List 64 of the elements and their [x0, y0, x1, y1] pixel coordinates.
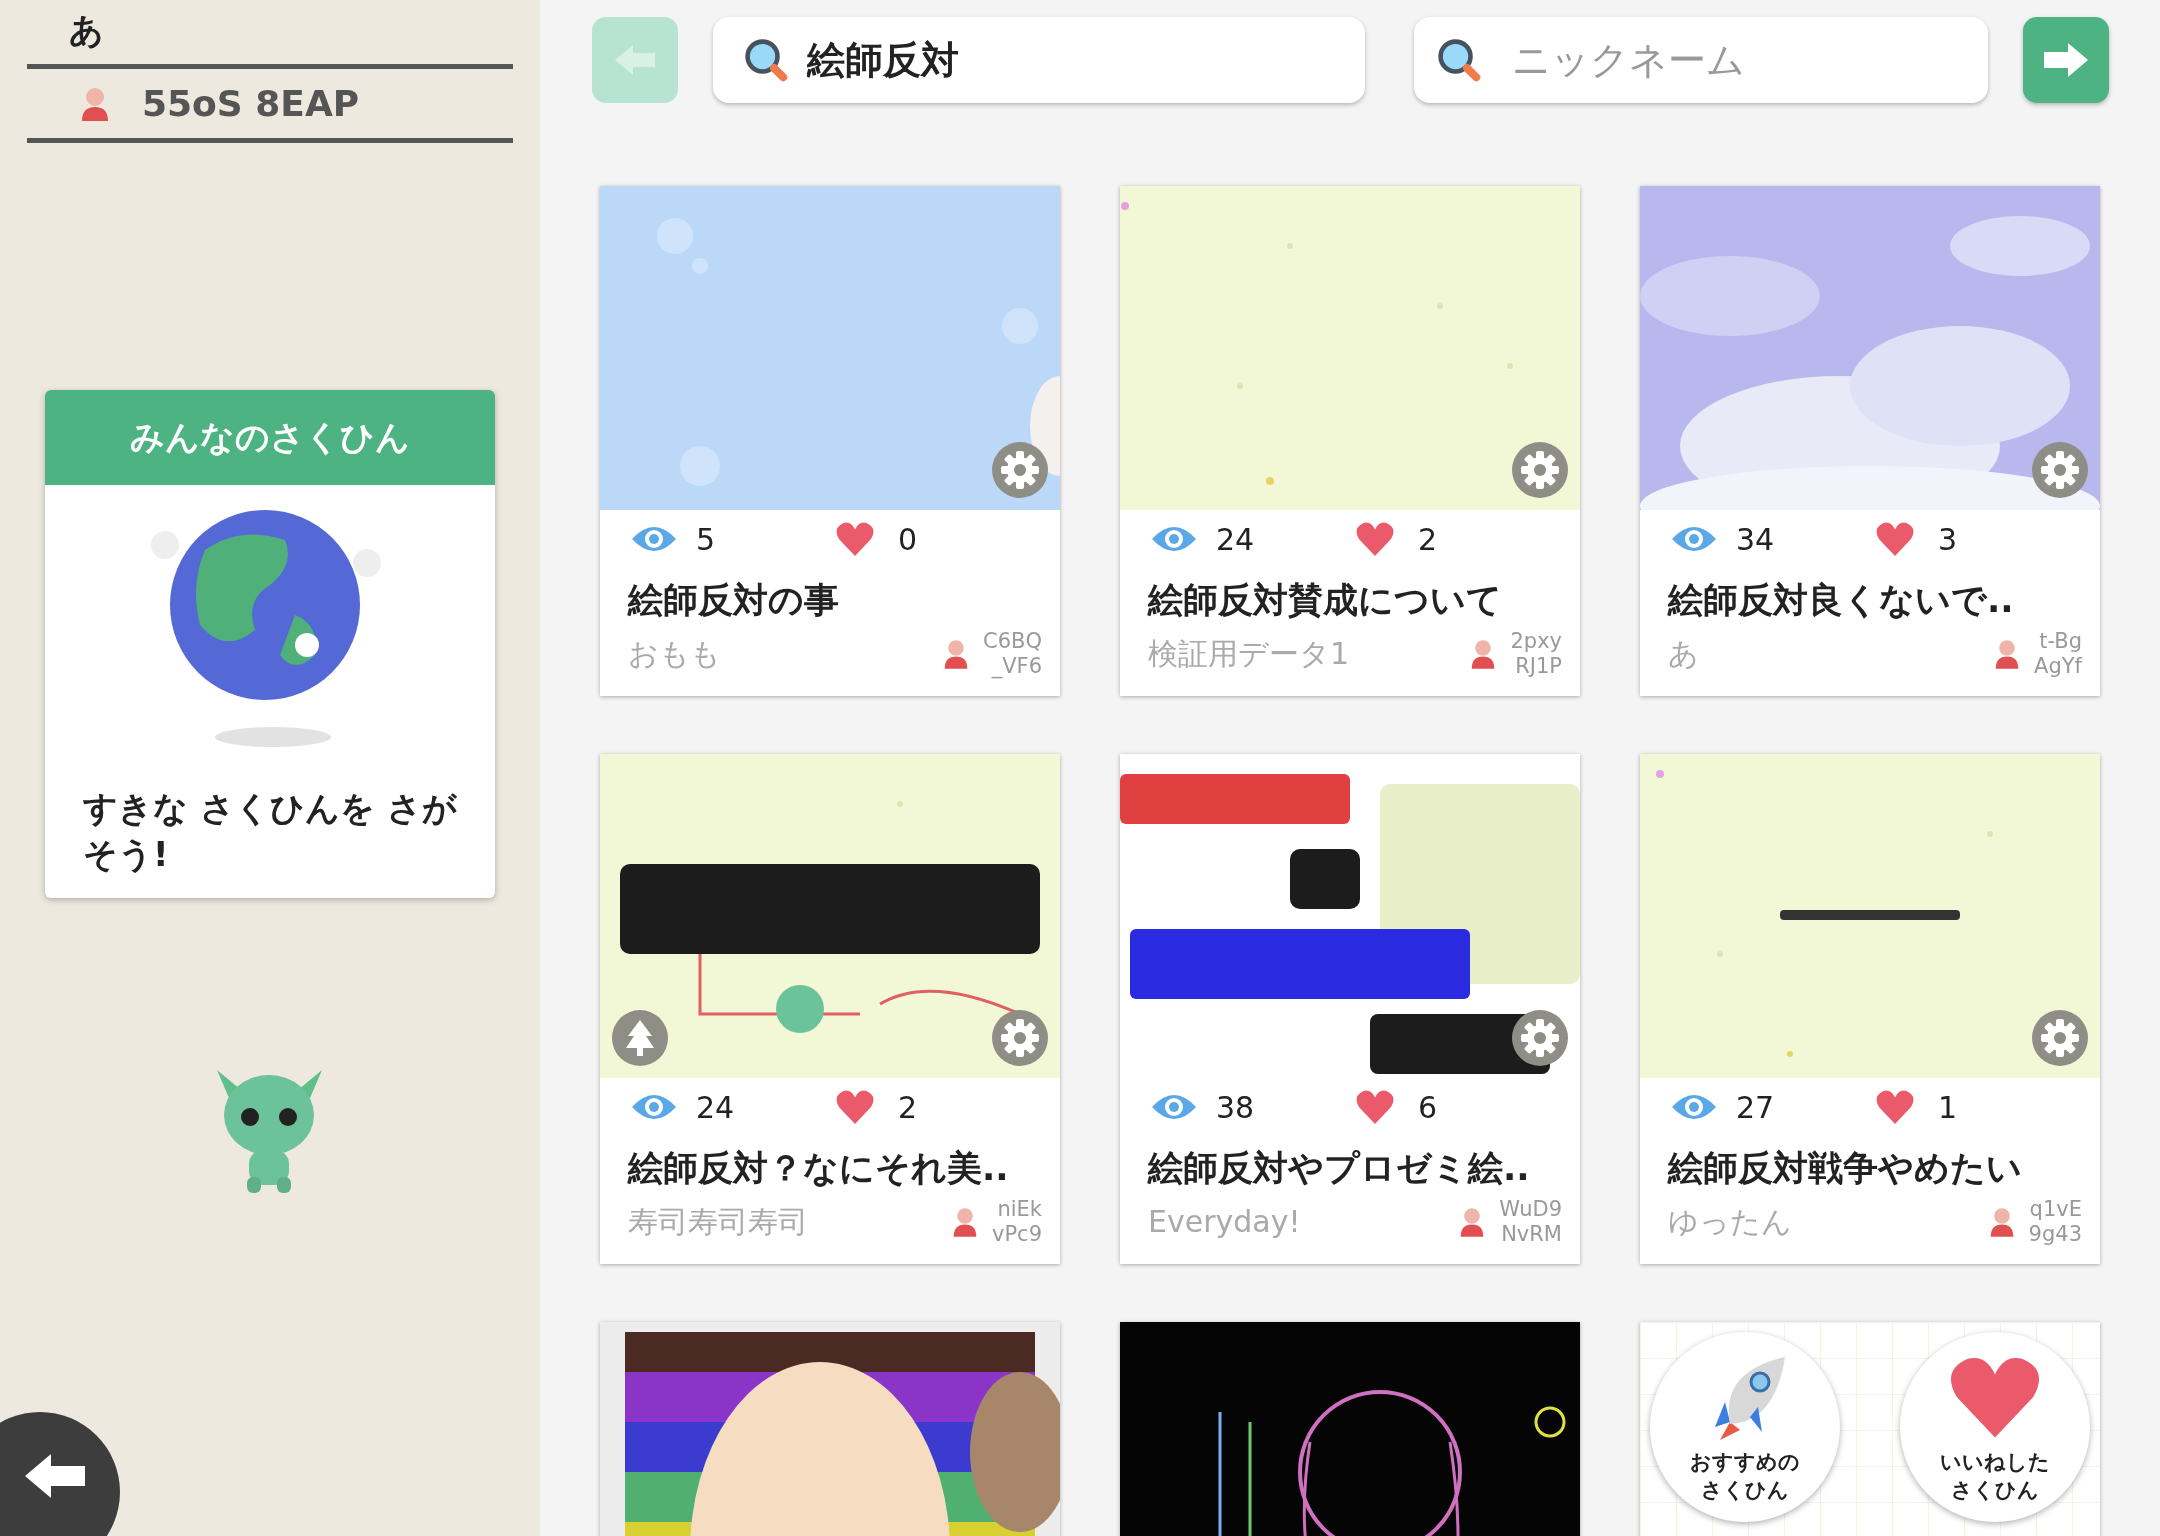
go-button[interactable]	[2023, 17, 2109, 103]
person-icon	[943, 638, 970, 669]
search-icon	[1436, 37, 1482, 83]
like-count: 2	[1418, 520, 1438, 559]
work-card[interactable]: 5 0 絵師反対の事 おもも C6BQ _VF6	[600, 186, 1060, 696]
heart-icon	[1876, 1090, 1914, 1124]
work-title: 絵師反対良くないで..	[1666, 579, 2015, 622]
work-title: 絵師反対やプロゼミ絵..	[1146, 1147, 1531, 1190]
nickname-field[interactable]: ニックネーム	[1414, 17, 1988, 103]
person-icon	[1470, 638, 1497, 669]
panel-message: すきな さくひんを さがそう!	[83, 787, 458, 876]
author-name: ゆったん	[1668, 1203, 1793, 1241]
work-title: 絵師反対賛成について	[1146, 579, 1503, 622]
author-id: niEk vPc9	[992, 1196, 1042, 1247]
author-id: q1vE 9g43	[2028, 1196, 2082, 1247]
arrow-left-icon	[25, 1454, 85, 1498]
work-title: 絵師反対？なにそれ美..	[626, 1147, 1010, 1190]
work-card[interactable]: 24 2 絵師反対？なにそれ美.. 寿司寿司寿司 niEk vPc9	[600, 754, 1060, 1264]
person-icon	[952, 1206, 978, 1237]
author-id: t-Bg AgYf	[2034, 628, 2082, 679]
heart-icon	[1356, 522, 1394, 556]
like-count: 3	[1938, 520, 1958, 559]
author-id: C6BQ _VF6	[983, 628, 1042, 679]
view-count: 5	[696, 520, 717, 559]
person-icon	[1459, 1206, 1486, 1237]
person-icon	[1994, 638, 2021, 669]
view-count: 34	[1736, 520, 1776, 559]
person-icon	[80, 85, 110, 122]
author-name: おもも	[628, 635, 722, 673]
tree-icon[interactable]	[612, 1010, 668, 1066]
work-card[interactable]: 38 6 絵師反対やプロゼミ絵.. Everyday! WuD9 NvRM	[1120, 754, 1580, 1264]
work-title: 絵師反対戦争やめたい	[1666, 1147, 2023, 1190]
arrow-right-icon	[2044, 43, 2088, 77]
gear-icon[interactable]	[1512, 1010, 1568, 1066]
like-count: 2	[898, 1088, 918, 1127]
work-card[interactable]: 24 2 絵師反対賛成について 検証用データ1 2pxy RJ1P	[1120, 186, 1580, 696]
view-count: 38	[1216, 1088, 1256, 1127]
arrow-left-icon	[615, 45, 655, 75]
author-id: 2pxy RJ1P	[1510, 628, 1562, 679]
menu-button[interactable]: いいねしたさくひん	[1900, 1332, 2090, 1522]
work-card[interactable]: 34 3 絵師反対良くないで.. あ t-Bg AgYf	[1640, 186, 2100, 696]
author-name: Everyday!	[1148, 1203, 1302, 1241]
like-count: 1	[1938, 1088, 1958, 1127]
view-count: 24	[1216, 520, 1256, 559]
author-name: 寿司寿司寿司	[628, 1203, 809, 1241]
author-id: WuD9 NvRM	[1499, 1196, 1562, 1247]
view-count: 24	[696, 1088, 736, 1127]
view-count: 27	[1736, 1088, 1776, 1127]
heart-icon	[1876, 522, 1914, 556]
heart-icon	[1356, 1090, 1394, 1124]
work-title: 絵師反対の事	[626, 579, 840, 622]
heart-icon	[836, 522, 874, 556]
author-name: 検証用データ1	[1148, 635, 1351, 673]
user-name: あ	[69, 9, 104, 52]
search-icon	[743, 37, 789, 83]
work-card[interactable]: 27 1 絵師反対戦争やめたい ゆったん q1vE 9g43	[1640, 754, 2100, 1264]
user-id: 55oS 8EAP	[142, 81, 360, 126]
heart-icon	[836, 1090, 874, 1124]
person-icon	[1988, 1206, 2015, 1237]
panel-title: みんなのさくひん	[45, 390, 495, 485]
like-count: 0	[898, 520, 918, 559]
author-name: あ	[1668, 635, 1700, 673]
like-count: 6	[1418, 1088, 1438, 1127]
menu-button[interactable]: おすすめのさくひん	[1650, 1332, 1840, 1522]
